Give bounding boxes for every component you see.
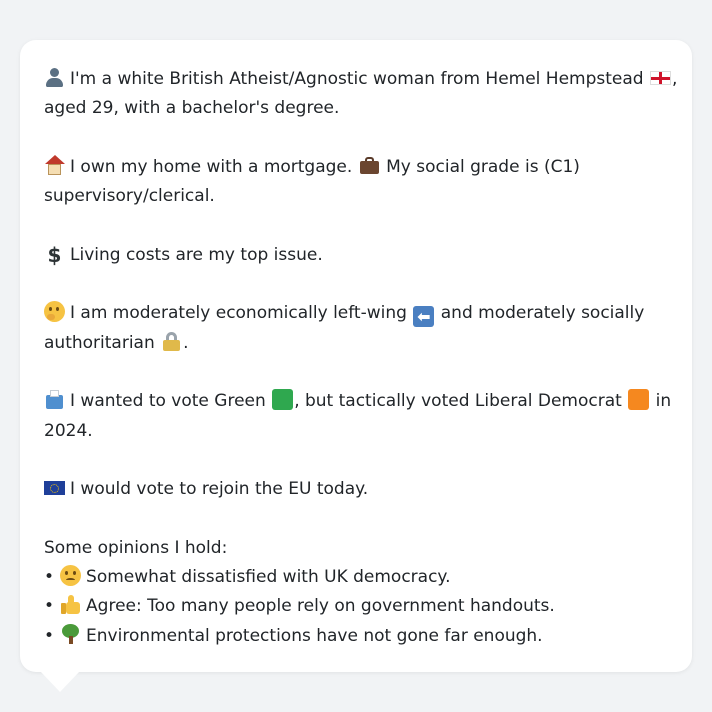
opinions-heading: Some opinions I hold:	[44, 537, 228, 558]
grade-text: My social grade is (C1)	[386, 156, 580, 177]
vote-text-2: , but tactically voted Liberal Democrat	[294, 391, 622, 412]
orange-square-icon	[628, 389, 650, 411]
issue-paragraph: $ Living costs are my top issue.	[44, 241, 668, 270]
ideology-line-1: I am moderately economically left-wing ⬅…	[44, 299, 668, 328]
issue-line: $ Living costs are my top issue.	[44, 241, 668, 270]
dollar-sign-icon: $	[47, 242, 62, 267]
person-silhouette-icon	[44, 67, 65, 88]
home-paragraph: I own my home with a mortgage. My social…	[44, 153, 668, 212]
green-square-icon	[272, 389, 294, 411]
opinion-text: Agree: Too many people rely on governmen…	[86, 596, 555, 617]
thinking-face-icon	[44, 301, 65, 323]
house-icon	[44, 154, 65, 176]
slightly-frowning-face-icon	[60, 565, 82, 587]
intro-paragraph: I'm a white British Atheist/Agnostic wom…	[44, 65, 677, 124]
intro-line-1: I'm a white British Atheist/Agnostic wom…	[44, 65, 677, 94]
ideology-period: .	[183, 332, 189, 353]
opinions-section: Some opinions I hold: • Somewhat dissatis…	[44, 534, 668, 651]
vote-text-1: I wanted to vote Green	[70, 391, 266, 412]
vote-paragraph: I wanted to vote Green , but tactically …	[44, 387, 671, 446]
bullet: •	[44, 596, 55, 617]
vote-line-2: 2024.	[44, 420, 93, 441]
intro-text: I'm a white British Atheist/Agnostic wom…	[70, 69, 644, 89]
briefcase-icon	[359, 155, 380, 176]
opinion-item: • Agree: Too many people rely on governme…	[44, 592, 668, 621]
ballot-box-icon	[44, 389, 65, 410]
england-flag-icon	[650, 71, 671, 85]
eu-paragraph: I would vote to rejoin the EU today.	[44, 475, 668, 504]
ideology-text-1: I am moderately economically left-wing	[70, 303, 407, 324]
home-line-1: I own my home with a mortgage. My social…	[44, 153, 668, 182]
speech-bubble-tail	[40, 671, 80, 692]
vote-line-1: I wanted to vote Green , but tactically …	[44, 387, 671, 416]
intro-line-2: aged 29, with a bachelor's degree.	[44, 98, 340, 119]
speech-bubble: I'm a white British Atheist/Agnostic wom…	[20, 40, 692, 672]
eu-text: I would vote to rejoin the EU today.	[70, 479, 369, 500]
thumbs-up-icon	[60, 594, 81, 615]
ideology-authoritarian: authoritarian	[44, 332, 155, 353]
opinion-item: • Environmental protections have not gone…	[44, 622, 668, 651]
issue-text: Living costs are my top issue.	[70, 244, 323, 265]
bullet: •	[44, 625, 55, 646]
deciduous-tree-icon	[60, 623, 81, 645]
opinion-text: Environmental protections have not gone …	[86, 625, 543, 646]
ideology-line-2: authoritarian .	[44, 329, 668, 358]
grade-line-2: supervisory/clerical.	[44, 186, 215, 207]
eu-flag-icon	[44, 481, 65, 496]
left-arrow-icon: ⬅	[413, 306, 435, 328]
ideology-text-2: and moderately socially	[440, 303, 645, 324]
eu-line: I would vote to rejoin the EU today.	[44, 475, 668, 504]
opinion-text: Somewhat dissatisfied with UK democracy.	[86, 567, 451, 588]
lock-icon	[161, 331, 182, 352]
bullet: •	[44, 567, 55, 588]
vote-text-3: in	[655, 391, 672, 412]
home-text: I own my home with a mortgage.	[70, 156, 353, 177]
intro-comma: ,	[672, 69, 678, 89]
ideology-paragraph: I am moderately economically left-wing ⬅…	[44, 299, 668, 358]
opinion-item: • Somewhat dissatisfied with UK democracy…	[44, 563, 668, 592]
